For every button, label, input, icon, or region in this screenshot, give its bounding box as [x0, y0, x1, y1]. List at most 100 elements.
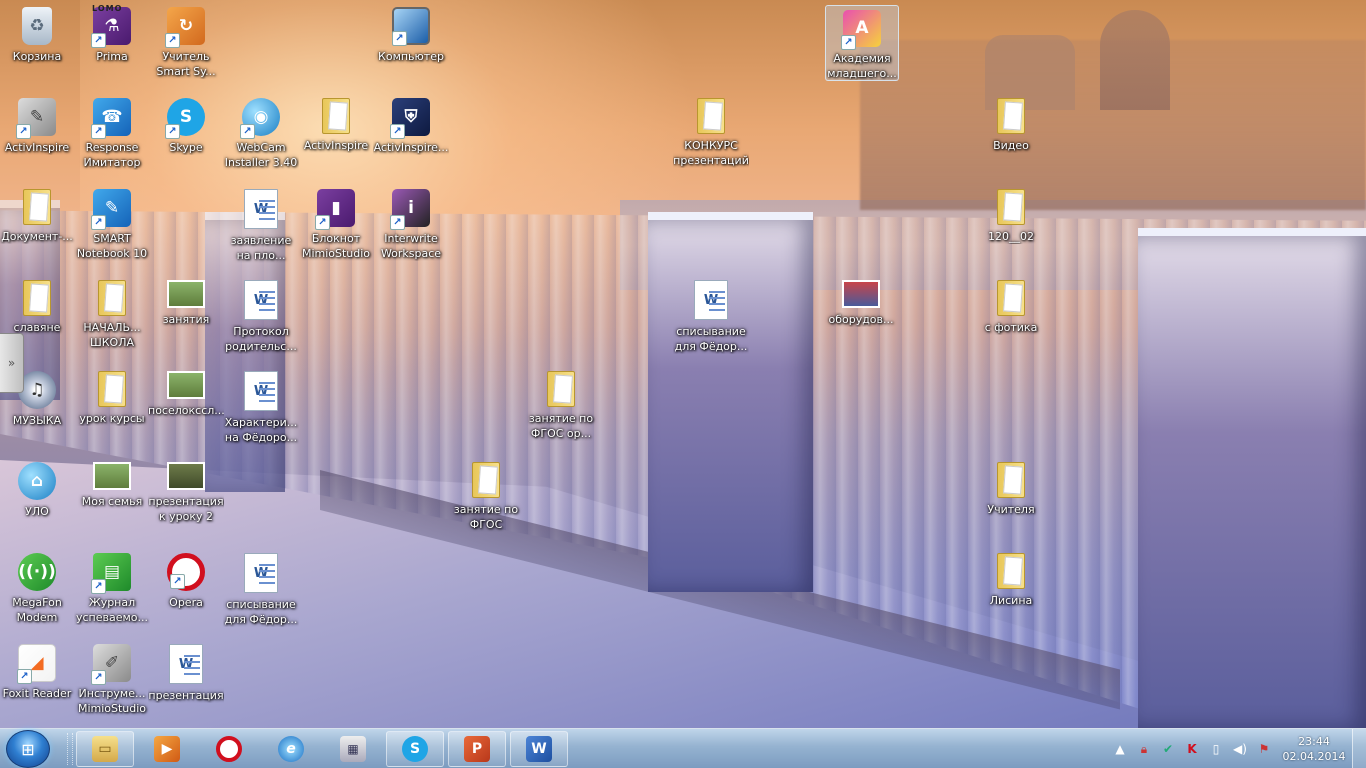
system-tray: ▲ 🔒︎ ✔ K ▯ ◀) ⚑ 23:44 02.04.2014 — [1108, 729, 1366, 768]
word-document-icon: W — [244, 553, 278, 593]
desktop-icon-120-02[interactable]: 120__02 — [973, 185, 1049, 271]
skype-icon: S — [165, 98, 205, 139]
desktop-icon-webcam-installer[interactable]: ◉ WebCam Installer 3.40 — [223, 94, 299, 180]
desktop-icon-prima[interactable]: ⚗ Prima — [74, 3, 150, 89]
folder-icon — [23, 280, 51, 316]
word-taskbar-button[interactable]: W — [510, 731, 568, 767]
desktop-icon-smart-notebook[interactable]: ✎ SMART Notebook 10 — [74, 185, 150, 271]
desktop-icon-recycle-bin[interactable]: ♻ Корзина — [0, 3, 75, 89]
folder-icon — [697, 98, 725, 134]
railing-pillar — [1138, 228, 1366, 728]
desktop-icon-activinspire-installer[interactable]: ⛨ ActivInspire... — [373, 94, 449, 180]
cathedral-dome — [1100, 10, 1170, 110]
desktop-icon-uchitel-smart[interactable]: ↻ Учитель Smart Sy... — [148, 3, 224, 89]
gadget-panel-handle[interactable]: » — [0, 333, 24, 393]
folder-icon — [472, 462, 500, 498]
desktop-icon-document-folder[interactable]: Документ-... — [0, 185, 75, 271]
desktop-icon-activinspire-folder[interactable]: ActivInspire — [298, 94, 374, 180]
lomo-badge: LOMO — [92, 4, 123, 13]
desktop-icon-video[interactable]: Видео — [973, 94, 1049, 180]
desktop-icon-akademiya[interactable]: A Академия младшего... — [825, 5, 899, 81]
show-desktop-button[interactable] — [1352, 729, 1366, 768]
double-chevron-right-icon: » — [7, 356, 16, 370]
taskbar-separator — [67, 733, 73, 765]
desktop-icon-zanyatiya[interactable]: занятия — [148, 276, 224, 362]
desktop-icon-urok-kursy[interactable]: урок курсы — [74, 367, 150, 453]
desktop-icon-response-imitator[interactable]: ☎ Response Имитатор — [74, 94, 150, 180]
recycle-bin-icon: ♻ — [22, 7, 52, 45]
image-file-icon — [167, 280, 205, 308]
desktop-icon-spisyvanie-2[interactable]: W списывание для Фёдор... — [223, 549, 299, 635]
word-document-icon: W — [244, 280, 278, 320]
computer-icon — [392, 7, 430, 46]
desktop-icon-prezentaciya[interactable]: W презентация — [148, 640, 224, 726]
folder-icon — [98, 280, 126, 316]
clock[interactable]: 23:44 02.04.2014 — [1276, 734, 1352, 764]
word-document-icon: W — [169, 644, 203, 684]
kaspersky-icon[interactable]: K — [1184, 741, 1200, 757]
desktop-icon-nachalnaya-shkola[interactable]: НАЧАЛЬ... ШКОЛА — [74, 276, 150, 362]
explorer-taskbar-button[interactable]: ▭ — [76, 731, 134, 767]
desktop-icon-bloknot-mimio[interactable]: ▮ Блокнот MimioStudio — [298, 185, 374, 271]
desktop-icon-prezentaciya-k-uroku[interactable]: презентация к уроку 2 — [148, 458, 224, 544]
lock-icon[interactable]: 🔒︎ — [1136, 741, 1152, 757]
desktop-icon-ulo[interactable]: ⌂ УЛО — [0, 458, 75, 544]
clock-date: 02.04.2014 — [1282, 750, 1346, 763]
desktop-icon-uchitelya[interactable]: Учителя — [973, 458, 1049, 544]
desktop-icon-oborudovanie[interactable]: оборудов... — [823, 276, 899, 362]
safely-remove-icon[interactable]: ✔ — [1160, 741, 1176, 757]
folder-icon — [997, 280, 1025, 316]
desktop-icon-foxit-reader[interactable]: ◢ Foxit Reader — [0, 640, 75, 726]
desktop-icon-konkurs[interactable]: КОНКУРС презентаций — [673, 94, 749, 180]
smart-notebook-icon: ✎ — [91, 189, 131, 230]
activinspire-icon: ✎ — [16, 98, 56, 139]
desktop-icon-megafon-modem[interactable]: ((·)) MegaFon Modem — [0, 549, 75, 635]
desktop-icon-zanyatie-fgos-or[interactable]: занятие по ФГОС ор... — [523, 367, 599, 453]
desktop-icon-zhurnal[interactable]: ▤ Журнал успеваемо... — [74, 549, 150, 635]
powerpoint-taskbar-button[interactable]: P — [448, 731, 506, 767]
opera-icon — [216, 736, 242, 762]
taskbar: ⊞ ▭ ▶ e ▦ S P W ▲ 🔒︎ ✔ K ▯ ◀) ⚑ 23:44 02… — [0, 728, 1366, 768]
interwrite-icon: i — [390, 189, 430, 230]
desktop-icon-poselok[interactable]: поселокссл... — [148, 367, 224, 453]
skype-taskbar-button[interactable]: S — [386, 731, 444, 767]
media-player-icon: ▶ — [154, 736, 180, 762]
journal-icon: ▤ — [91, 553, 131, 594]
desktop-icon-moya-semya[interactable]: Моя семья — [74, 458, 150, 544]
volume-icon[interactable]: ◀) — [1232, 741, 1248, 757]
calculator-icon: ▦ — [340, 736, 366, 762]
start-button[interactable]: ⊞ — [6, 730, 50, 768]
desktop-icon-activinspire[interactable]: ✎ ActivInspire — [0, 94, 75, 180]
folder-icon — [322, 98, 350, 134]
flag-icon[interactable]: ⚑ — [1256, 741, 1272, 757]
image-file-icon — [167, 371, 205, 399]
image-file-icon — [842, 280, 880, 308]
notebook-icon: ▮ — [315, 189, 355, 230]
opera-taskbar-button[interactable] — [200, 731, 258, 767]
folder-icon — [997, 189, 1025, 225]
ie-taskbar-button[interactable]: e — [262, 731, 320, 767]
windows-logo-icon: ⊞ — [21, 739, 35, 759]
desktop-icon-harakteristika[interactable]: W Характери... на Фёдоро... — [223, 367, 299, 453]
desktop-icon-zayavlenie[interactable]: W заявление на пло... — [223, 185, 299, 271]
desktop-icon-skype[interactable]: S Skype — [148, 94, 224, 180]
desktop-icon-zanyatie-fgos[interactable]: занятие по ФГОС — [448, 458, 524, 544]
webcam-icon: ◉ — [240, 98, 280, 139]
desktop-icon-spisyvanie-1[interactable]: W списывание для Фёдор... — [673, 276, 749, 362]
network-icon[interactable]: ▯ — [1208, 741, 1224, 757]
word-icon: W — [526, 736, 552, 762]
network-computer-icon: ⌂ — [18, 462, 56, 500]
media-player-taskbar-button[interactable]: ▶ — [138, 731, 196, 767]
desktop-icon-s-fotika[interactable]: с фотика — [973, 276, 1049, 362]
desktop-icon-mimio-tools[interactable]: ✐ Инструме... MimioStudio — [74, 640, 150, 726]
internet-explorer-icon: e — [278, 736, 304, 762]
desktop-icon-lisina[interactable]: Лисина — [973, 549, 1049, 635]
desktop-icon-computer[interactable]: Компьютер — [373, 3, 449, 89]
show-hidden-icons-icon[interactable]: ▲ — [1112, 741, 1128, 757]
folder-icon: ▭ — [92, 736, 118, 762]
calculator-taskbar-button[interactable]: ▦ — [324, 731, 382, 767]
desktop-icon-opera[interactable]: Opera — [148, 549, 224, 635]
mimio-tools-icon: ✐ — [91, 644, 131, 685]
desktop-icon-interwrite[interactable]: i Interwrite Workspace — [373, 185, 449, 271]
desktop-icon-protokol[interactable]: W Протокол родительс... — [223, 276, 299, 362]
